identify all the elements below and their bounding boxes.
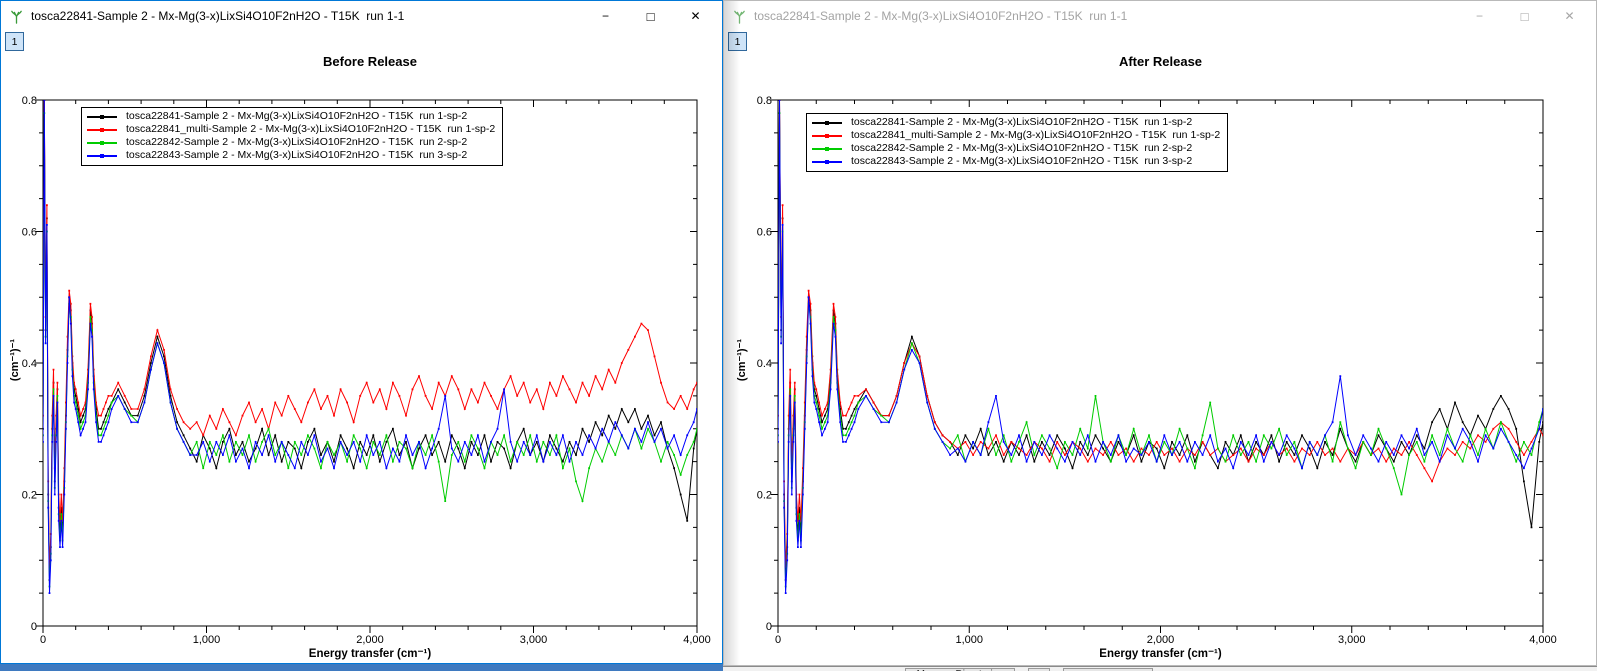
series-line-0: [778, 100, 1543, 580]
legend-label: tosca22841_multi-Sample 2 - Mx-Mg(3-x)Li…: [851, 129, 1220, 142]
legend-marker-dot: [825, 134, 829, 138]
legend-line-swatch: [87, 129, 117, 131]
plot-window-before: tosca22841-Sample 2 - Mx-Mg(3-x)LixSi4O1…: [0, 0, 723, 664]
series-markers-1: [42, 99, 698, 568]
legend-line-swatch: [812, 122, 842, 124]
mantid-icon: [732, 9, 747, 24]
series-line-2: [778, 113, 1543, 586]
legend-label: tosca22841-Sample 2 - Mx-Mg(3-x)LixSi4O1…: [126, 110, 467, 123]
y-tick-label: 0.4: [757, 358, 772, 370]
y-tick-label: 0.2: [757, 490, 772, 502]
legend-line-swatch: [812, 148, 842, 150]
x-tick-label: 1,000: [193, 634, 221, 646]
series-markers-0: [42, 99, 698, 581]
x-tick-label: 2,000: [356, 634, 384, 646]
x-tick-label: 3,000: [520, 634, 548, 646]
legend-label: tosca22842-Sample 2 - Mx-Mg(3-x)LixSi4O1…: [851, 142, 1192, 155]
plot-legend[interactable]: tosca22841-Sample 2 - Mx-Mg(3-x)LixSi4O1…: [81, 107, 503, 166]
y-tick-label: 0: [766, 621, 772, 633]
y-tick-label: 0.8: [757, 95, 772, 107]
x-tick-label: 2,000: [1147, 634, 1175, 646]
plot-frame: [43, 100, 697, 626]
mantid-icon: [9, 9, 24, 24]
legend-line-swatch: [87, 155, 117, 157]
legend-marker-dot: [825, 121, 829, 125]
y-axis-label: (cm⁻¹)⁻¹: [8, 310, 22, 410]
legend-entry: tosca22841-Sample 2 - Mx-Mg(3-x)LixSi4O1…: [87, 110, 495, 123]
legend-line-swatch: [87, 116, 117, 118]
window-title: tosca22841-Sample 2 - Mx-Mg(3-x)LixSi4O1…: [31, 9, 583, 23]
y-tick-label: 0.6: [757, 227, 772, 239]
legend-marker-dot: [100, 154, 104, 158]
series-markers-2: [777, 112, 1544, 587]
plot-frame: [778, 100, 1543, 626]
legend-label: tosca22841-Sample 2 - Mx-Mg(3-x)LixSi4O1…: [851, 116, 1192, 129]
series-line-3: [778, 100, 1543, 593]
series-markers-3: [777, 99, 1544, 594]
legend-entry: tosca22843-Sample 2 - Mx-Mg(3-x)LixSi4O1…: [87, 149, 495, 162]
legend-marker-dot: [100, 141, 104, 145]
series-markers-3: [42, 99, 698, 594]
background-window-strip: [0, 664, 723, 671]
series-line-0: [43, 100, 697, 580]
maximize-button[interactable]: □: [1502, 1, 1547, 31]
chart-title: Before Release: [43, 54, 697, 70]
minimize-button[interactable]: −: [583, 1, 628, 31]
x-tick-label: 3,000: [1338, 634, 1366, 646]
y-tick-label: 0.6: [22, 227, 37, 239]
close-button[interactable]: ✕: [1547, 1, 1592, 31]
y-tick-label: 0: [31, 621, 37, 633]
legend-entry: tosca22842-Sample 2 - Mx-Mg(3-x)LixSi4O1…: [812, 142, 1220, 155]
minimize-button[interactable]: −: [1457, 1, 1502, 31]
plot-window-after: tosca22841-Sample 2 - Mx-Mg(3-x)LixSi4O1…: [723, 0, 1597, 666]
series-line-1: [43, 100, 697, 567]
window-title: tosca22841-Sample 2 - Mx-Mg(3-x)LixSi4O1…: [754, 9, 1457, 23]
legend-line-swatch: [87, 142, 117, 144]
window-titlebar[interactable]: tosca22841-Sample 2 - Mx-Mg(3-x)LixSi4O1…: [1, 1, 722, 31]
x-tick-label: 1,000: [955, 634, 983, 646]
layer-badge[interactable]: 1: [5, 32, 24, 51]
legend-marker-dot: [100, 115, 104, 119]
plot-legend[interactable]: tosca22841-Sample 2 - Mx-Mg(3-x)LixSi4O1…: [806, 113, 1228, 172]
x-tick-label: 4,000: [683, 634, 711, 646]
x-tick-label: 4,000: [1529, 634, 1557, 646]
series-line-2: [43, 113, 697, 586]
series-markers-2: [42, 112, 698, 587]
y-axis-label: (cm⁻¹)⁻¹: [735, 310, 749, 410]
legend-line-swatch: [812, 135, 842, 137]
legend-entry: tosca22842-Sample 2 - Mx-Mg(3-x)LixSi4O1…: [87, 136, 495, 149]
legend-label: tosca22841_multi-Sample 2 - Mx-Mg(3-x)Li…: [126, 123, 495, 136]
layer-badge[interactable]: 1: [728, 32, 747, 51]
legend-label: tosca22843-Sample 2 - Mx-Mg(3-x)LixSi4O1…: [851, 155, 1192, 168]
legend-line-swatch: [812, 161, 842, 163]
chart-title: After Release: [778, 54, 1543, 70]
window-controls: − □ ✕: [1457, 1, 1592, 31]
legend-marker-dot: [825, 147, 829, 151]
y-tick-label: 0.4: [22, 358, 37, 370]
x-tick-label: 0: [775, 634, 781, 646]
window-controls: − □ ✕: [583, 1, 718, 31]
y-tick-label: 0.2: [22, 490, 37, 502]
y-tick-label: 0.8: [22, 95, 37, 107]
series-line-3: [43, 100, 697, 593]
legend-label: tosca22843-Sample 2 - Mx-Mg(3-x)LixSi4O1…: [126, 149, 467, 162]
maximize-button[interactable]: □: [628, 1, 673, 31]
x-axis-label: Energy transfer (cm⁻¹): [778, 646, 1543, 661]
legend-entry: tosca22843-Sample 2 - Mx-Mg(3-x)LixSi4O1…: [812, 155, 1220, 168]
legend-marker-dot: [100, 128, 104, 132]
legend-entry: tosca22841_multi-Sample 2 - Mx-Mg(3-x)Li…: [812, 129, 1220, 142]
background-dialog-sliver: Manage Directories: [723, 666, 1597, 671]
x-tick-label: 0: [40, 634, 46, 646]
legend-entry: tosca22841-Sample 2 - Mx-Mg(3-x)LixSi4O1…: [812, 116, 1220, 129]
window-titlebar[interactable]: tosca22841-Sample 2 - Mx-Mg(3-x)LixSi4O1…: [724, 1, 1596, 31]
close-button[interactable]: ✕: [673, 1, 718, 31]
legend-marker-dot: [825, 160, 829, 164]
legend-entry: tosca22841_multi-Sample 2 - Mx-Mg(3-x)Li…: [87, 123, 495, 136]
legend-label: tosca22842-Sample 2 - Mx-Mg(3-x)LixSi4O1…: [126, 136, 467, 149]
x-axis-label: Energy transfer (cm⁻¹): [43, 646, 697, 661]
